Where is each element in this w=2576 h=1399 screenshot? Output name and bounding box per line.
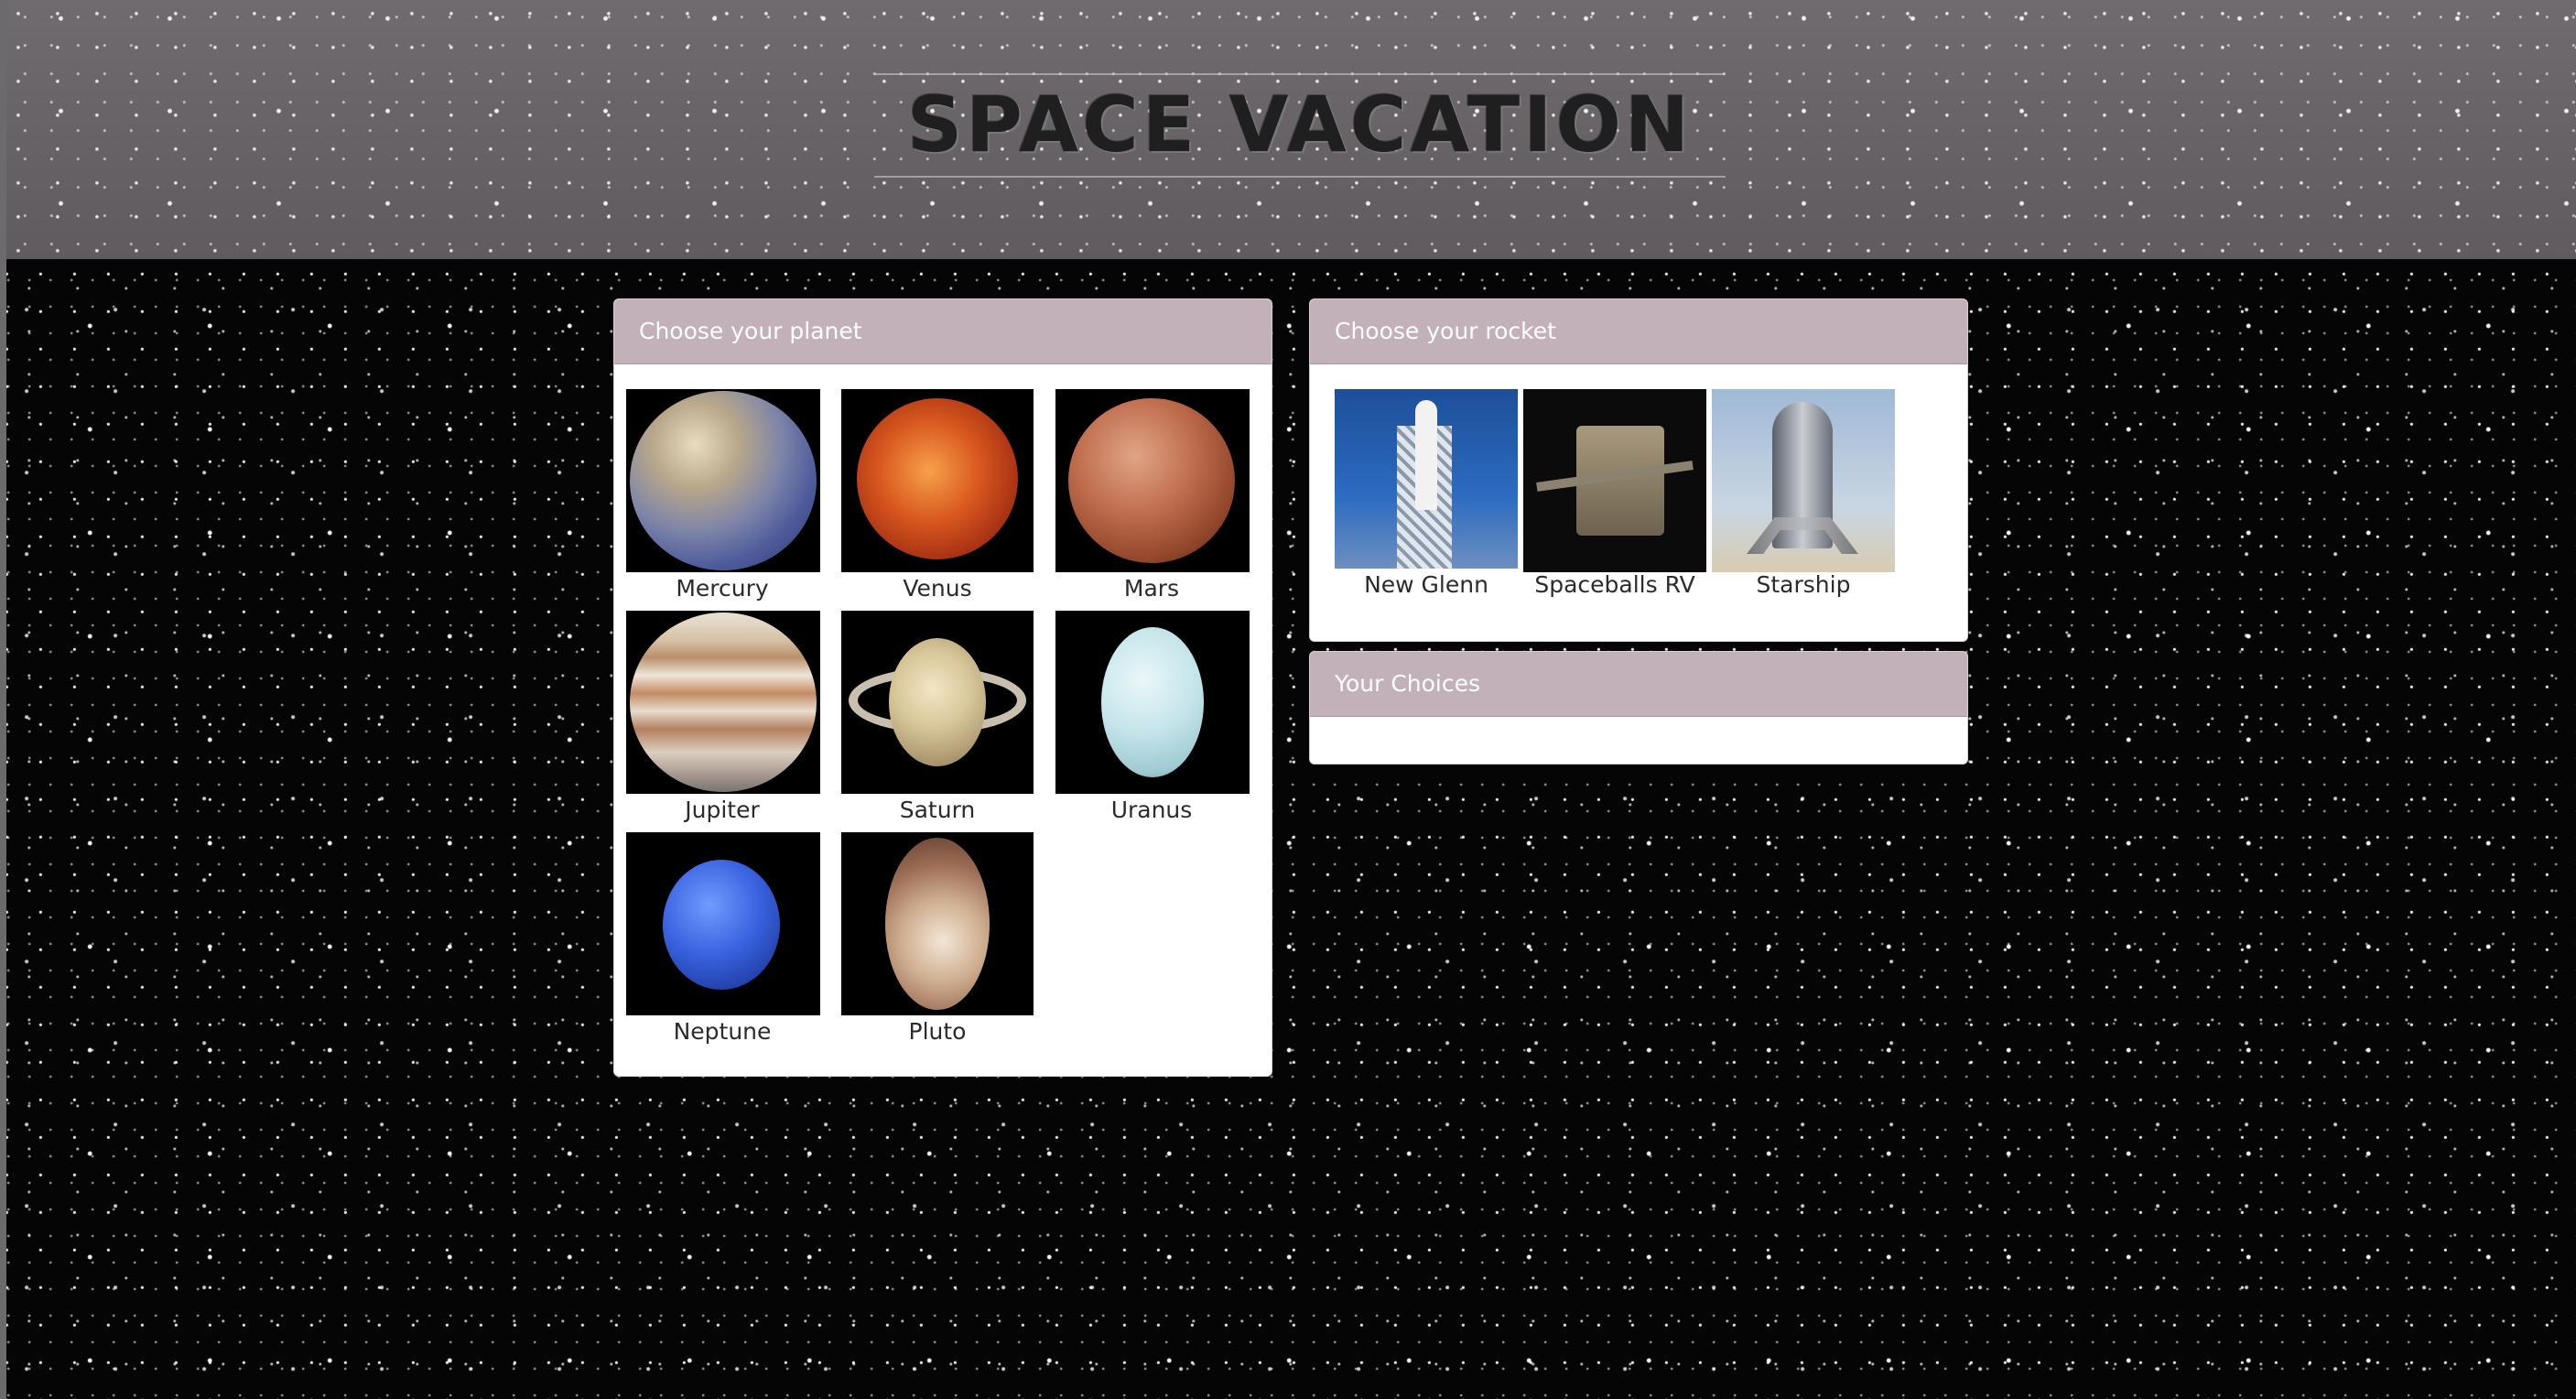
site-title-frame: SPACE VACATION	[874, 73, 1726, 178]
planet-label: Venus	[903, 575, 972, 602]
choices-panel-body	[1310, 717, 1967, 763]
starship-image[interactable]	[1712, 389, 1895, 572]
planet-label: Mercury	[676, 575, 769, 602]
planet-option-neptune[interactable]: Neptune	[626, 832, 820, 1045]
neptune-globe	[663, 860, 780, 990]
uranus-image[interactable]	[1055, 611, 1250, 794]
jupiter-image[interactable]	[626, 611, 820, 794]
rocket-body	[1415, 400, 1437, 510]
rocket-label: Spaceballs RV	[1534, 571, 1695, 598]
rocket-label: New Glenn	[1364, 571, 1488, 598]
rocket-label: Starship	[1756, 571, 1851, 598]
pluto-image[interactable]	[841, 832, 1034, 1015]
choices-panel-heading: Your Choices	[1310, 652, 1967, 717]
mars-image[interactable]	[1055, 389, 1250, 572]
planet-option-mercury[interactable]: Mercury	[626, 389, 820, 602]
planet-option-mars[interactable]: Mars	[1055, 389, 1250, 602]
saturn-image[interactable]	[841, 611, 1034, 794]
rocket-panel-heading: Choose your rocket	[1310, 299, 1967, 364]
rocket-option-new-glenn[interactable]: New Glenn	[1335, 389, 1518, 598]
planet-label: Jupiter	[685, 797, 760, 823]
mercury-globe	[630, 391, 817, 570]
rocket-option-starship[interactable]: Starship	[1712, 389, 1895, 598]
new-glenn-image[interactable]	[1335, 389, 1518, 569]
saturn-globe	[889, 638, 986, 766]
choices-panel: Your Choices	[1309, 651, 1968, 765]
planet-label: Neptune	[673, 1018, 772, 1045]
venus-globe	[857, 398, 1018, 559]
neptune-image[interactable]	[626, 832, 820, 1015]
planet-panel: Choose your planet Mercury Venus Mars Ju…	[613, 298, 1272, 1077]
planet-option-saturn[interactable]: Saturn	[841, 611, 1034, 823]
rocket-panel: Choose your rocket New Glenn Spaceballs …	[1309, 298, 1968, 642]
planet-label: Uranus	[1110, 797, 1193, 823]
pluto-globe	[885, 838, 990, 1010]
mercury-image[interactable]	[626, 389, 820, 572]
planet-label: Mars	[1123, 575, 1180, 602]
site-banner: SPACE VACATION	[6, 0, 2576, 259]
jupiter-globe	[630, 613, 817, 792]
uranus-globe	[1101, 627, 1204, 777]
planet-option-jupiter[interactable]: Jupiter	[626, 611, 820, 823]
rocket-option-spaceballs-rv[interactable]: Spaceballs RV	[1523, 389, 1706, 598]
planet-option-venus[interactable]: Venus	[841, 389, 1034, 602]
site-title: SPACE VACATION	[906, 80, 1694, 169]
window-edge	[0, 0, 6, 1399]
planet-label: Saturn	[899, 797, 976, 823]
venus-image[interactable]	[841, 389, 1034, 572]
planet-panel-heading: Choose your planet	[614, 299, 1272, 364]
planet-label: Pluto	[908, 1018, 967, 1045]
spaceballs-rv-image[interactable]	[1523, 389, 1706, 572]
mars-globe	[1068, 398, 1235, 563]
planet-option-pluto[interactable]: Pluto	[841, 832, 1034, 1045]
planet-option-uranus[interactable]: Uranus	[1055, 611, 1250, 823]
